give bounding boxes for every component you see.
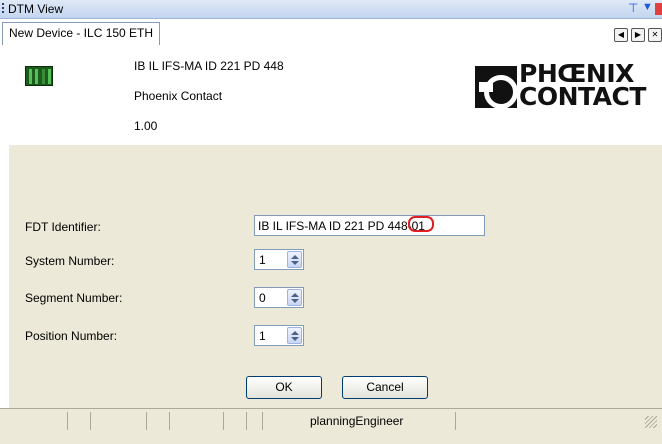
spin-up-icon[interactable] <box>291 293 299 297</box>
position-number-stepper[interactable]: 1 <box>254 325 304 346</box>
resize-grip-icon[interactable] <box>645 416 657 428</box>
device-vendor: Phoenix Contact <box>134 89 223 103</box>
drag-grip-icon[interactable] <box>2 3 4 15</box>
spin-up-icon[interactable] <box>291 255 299 259</box>
phoenix-contact-logo: PHŒNIX CONTACT <box>475 59 662 114</box>
status-bar: planningEngineer <box>0 408 662 444</box>
tab-scroll-right-icon[interactable]: ▶ <box>631 28 645 42</box>
user-role-status: planningEngineer <box>310 414 404 428</box>
highlight-circle <box>407 216 434 232</box>
device-module-icon <box>25 66 53 86</box>
status-cell <box>90 412 91 430</box>
segment-number-label: Segment Number: <box>25 291 123 305</box>
phoenix-logo-icon <box>475 66 518 109</box>
cancel-button[interactable]: Cancel <box>342 376 428 399</box>
document-tab-strip: New Device - ILC 150 ETH ◀ ▶ ✕ <box>0 19 662 45</box>
status-cell <box>246 412 247 430</box>
fdt-identifier-label: FDT Identifier: <box>25 220 101 234</box>
logo-text: PHŒNIX CONTACT <box>519 59 646 111</box>
position-number-label: Position Number: <box>25 329 118 343</box>
segment-number-value[interactable]: 0 <box>259 291 266 305</box>
dropdown-arrow-icon[interactable]: ▼ <box>642 1 653 13</box>
status-cell <box>262 412 263 430</box>
spin-buttons[interactable] <box>287 327 302 344</box>
tab-close-icon[interactable]: ✕ <box>648 28 662 42</box>
status-cell <box>223 412 224 430</box>
segment-number-stepper[interactable]: 0 <box>254 287 304 308</box>
status-cell <box>67 412 68 430</box>
spin-buttons[interactable] <box>287 251 302 268</box>
dtm-view-titlebar: DTM View ⊤ ▼ <box>0 0 662 19</box>
system-number-value[interactable]: 1 <box>259 253 266 267</box>
tab-scroll-left-icon[interactable]: ◀ <box>614 28 628 42</box>
spin-down-icon[interactable] <box>291 337 299 341</box>
close-icon[interactable] <box>655 3 662 15</box>
spin-down-icon[interactable] <box>291 261 299 265</box>
device-header: IB IL IFS-MA ID 221 PD 448 Phoenix Conta… <box>9 45 662 145</box>
tab-label: New Device - ILC 150 ETH <box>9 26 154 40</box>
window-title: DTM View <box>8 2 64 16</box>
device-name: IB IL IFS-MA ID 221 PD 448 <box>134 59 284 73</box>
tab-new-device[interactable]: New Device - ILC 150 ETH <box>2 22 161 45</box>
status-cell <box>169 412 170 430</box>
system-number-stepper[interactable]: 1 <box>254 249 304 270</box>
spin-down-icon[interactable] <box>291 299 299 303</box>
fdt-identifier-input[interactable]: IB IL IFS-MA ID 221 PD 448- 01 <box>254 215 485 236</box>
position-number-value[interactable]: 1 <box>259 329 266 343</box>
status-cell <box>146 412 147 430</box>
system-number-label: System Number: <box>25 254 115 268</box>
device-settings-panel: FDT Identifier: IB IL IFS-MA ID 221 PD 4… <box>9 145 662 408</box>
spin-buttons[interactable] <box>287 289 302 306</box>
device-version: 1.00 <box>134 119 158 133</box>
spin-up-icon[interactable] <box>291 331 299 335</box>
pin-icon[interactable]: ⊤ <box>628 1 638 15</box>
status-cell <box>455 412 456 430</box>
ok-button[interactable]: OK <box>246 376 322 399</box>
